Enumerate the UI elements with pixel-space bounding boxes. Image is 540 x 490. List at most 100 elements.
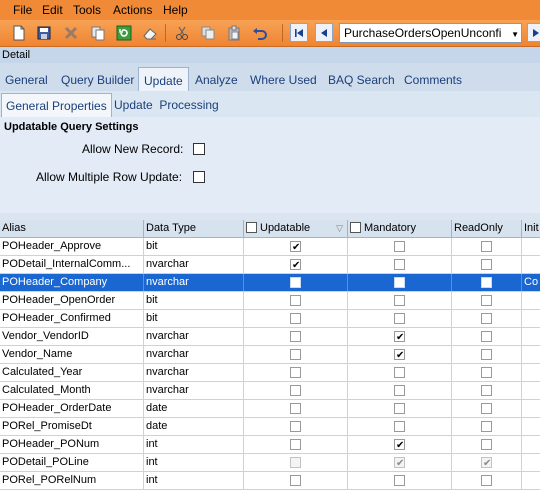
readonly-checkbox[interactable]: [481, 331, 492, 342]
data-type-cell[interactable]: nvarchar: [144, 274, 244, 291]
readonly-cell[interactable]: [452, 472, 522, 489]
updatable-all-checkbox[interactable]: [246, 222, 257, 233]
alias-cell[interactable]: Calculated_Year: [0, 364, 144, 381]
init-cell[interactable]: [522, 436, 540, 453]
readonly-checkbox[interactable]: [481, 259, 492, 270]
mandatory-checkbox[interactable]: [394, 367, 405, 378]
alias-cell[interactable]: PORel_PORelNum: [0, 472, 144, 489]
first-record-button[interactable]: [290, 23, 308, 42]
readonly-checkbox[interactable]: [481, 277, 492, 288]
readonly-checkbox[interactable]: [481, 385, 492, 396]
copy-clip-icon[interactable]: [198, 23, 218, 43]
init-cell[interactable]: [522, 454, 540, 471]
alias-cell[interactable]: POHeader_Approve: [0, 238, 144, 255]
init-cell[interactable]: [522, 400, 540, 417]
table-row[interactable]: PORel_PORelNum int: [0, 472, 540, 490]
mandatory-cell[interactable]: ✔: [348, 346, 452, 363]
readonly-cell[interactable]: [452, 418, 522, 435]
column-header-updatable[interactable]: Updatable ▽: [244, 220, 348, 237]
delete-icon[interactable]: [61, 23, 81, 43]
mandatory-checkbox[interactable]: [394, 475, 405, 486]
copy-icon[interactable]: [88, 23, 108, 43]
data-type-cell[interactable]: nvarchar: [144, 346, 244, 363]
tab-general[interactable]: General: [5, 73, 48, 87]
menu-tools[interactable]: Tools: [73, 3, 101, 17]
tab-query-builder[interactable]: Query Builder: [61, 73, 134, 87]
readonly-cell[interactable]: [452, 292, 522, 309]
init-cell[interactable]: [522, 346, 540, 363]
alias-cell[interactable]: POHeader_OrderDate: [0, 400, 144, 417]
updatable-checkbox[interactable]: ✔: [290, 259, 301, 271]
table-row[interactable]: POHeader_Company nvarchar Co: [0, 274, 540, 292]
updatable-checkbox[interactable]: [290, 403, 301, 414]
data-type-cell[interactable]: int: [144, 472, 244, 489]
init-cell[interactable]: [522, 310, 540, 327]
readonly-checkbox[interactable]: [481, 439, 492, 450]
alias-cell[interactable]: Vendor_VendorID: [0, 328, 144, 345]
mandatory-cell[interactable]: [348, 238, 452, 255]
data-type-cell[interactable]: nvarchar: [144, 382, 244, 399]
paste-icon[interactable]: [224, 23, 244, 43]
next-record-button[interactable]: [527, 23, 540, 42]
mandatory-checkbox[interactable]: [394, 277, 405, 288]
init-cell[interactable]: [522, 364, 540, 381]
init-cell[interactable]: [522, 238, 540, 255]
new-icon[interactable]: [9, 23, 29, 43]
updatable-cell[interactable]: [244, 472, 348, 489]
updatable-checkbox[interactable]: [290, 457, 301, 468]
data-type-cell[interactable]: date: [144, 400, 244, 417]
refresh-icon[interactable]: [114, 23, 134, 43]
tab-analyze[interactable]: Analyze: [195, 73, 238, 87]
data-type-cell[interactable]: nvarchar: [144, 328, 244, 345]
mandatory-checkbox[interactable]: ✔: [394, 349, 405, 361]
mandatory-checkbox[interactable]: ✔: [394, 439, 405, 451]
updatable-checkbox[interactable]: [290, 385, 301, 396]
cut-icon[interactable]: [172, 23, 192, 43]
readonly-cell[interactable]: [452, 238, 522, 255]
readonly-checkbox[interactable]: [481, 313, 492, 324]
mandatory-cell[interactable]: [348, 382, 452, 399]
mandatory-cell[interactable]: [348, 256, 452, 273]
mandatory-checkbox[interactable]: ✔: [394, 331, 405, 343]
tab-general-properties[interactable]: General Properties: [1, 93, 112, 117]
mandatory-cell[interactable]: [348, 310, 452, 327]
mandatory-checkbox[interactable]: ✔: [394, 457, 405, 469]
readonly-cell[interactable]: [452, 364, 522, 381]
data-type-cell[interactable]: bit: [144, 310, 244, 327]
tab-where-used[interactable]: Where Used: [250, 73, 317, 87]
updatable-checkbox[interactable]: ✔: [290, 241, 301, 253]
readonly-checkbox[interactable]: [481, 421, 492, 432]
chevron-down-icon[interactable]: ▼: [511, 26, 519, 42]
init-cell[interactable]: [522, 256, 540, 273]
updatable-checkbox[interactable]: [290, 439, 301, 450]
table-row[interactable]: POHeader_Approve bit ✔: [0, 238, 540, 256]
updatable-cell[interactable]: [244, 400, 348, 417]
allow-new-record-checkbox[interactable]: [193, 143, 205, 155]
data-type-cell[interactable]: int: [144, 436, 244, 453]
readonly-cell[interactable]: ✔: [452, 454, 522, 471]
table-row[interactable]: PODetail_InternalComm... nvarchar ✔: [0, 256, 540, 274]
undo-icon[interactable]: [250, 23, 270, 43]
readonly-cell[interactable]: [452, 382, 522, 399]
filter-icon[interactable]: ▽: [336, 220, 343, 237]
init-cell[interactable]: [522, 382, 540, 399]
table-row[interactable]: PORel_PromiseDt date: [0, 418, 540, 436]
updatable-checkbox[interactable]: [290, 313, 301, 324]
readonly-cell[interactable]: [452, 328, 522, 345]
updatable-cell[interactable]: [244, 364, 348, 381]
updatable-cell[interactable]: [244, 292, 348, 309]
mandatory-cell[interactable]: ✔: [348, 454, 452, 471]
mandatory-checkbox[interactable]: [394, 241, 405, 252]
table-row[interactable]: POHeader_Confirmed bit: [0, 310, 540, 328]
readonly-cell[interactable]: [452, 256, 522, 273]
mandatory-cell[interactable]: [348, 472, 452, 489]
readonly-checkbox[interactable]: [481, 475, 492, 486]
updatable-checkbox[interactable]: [290, 295, 301, 306]
readonly-checkbox[interactable]: [481, 403, 492, 414]
alias-cell[interactable]: POHeader_Confirmed: [0, 310, 144, 327]
mandatory-checkbox[interactable]: [394, 421, 405, 432]
data-type-cell[interactable]: date: [144, 418, 244, 435]
menu-help[interactable]: Help: [163, 3, 188, 17]
updatable-cell[interactable]: [244, 436, 348, 453]
menu-file[interactable]: File: [13, 3, 32, 17]
